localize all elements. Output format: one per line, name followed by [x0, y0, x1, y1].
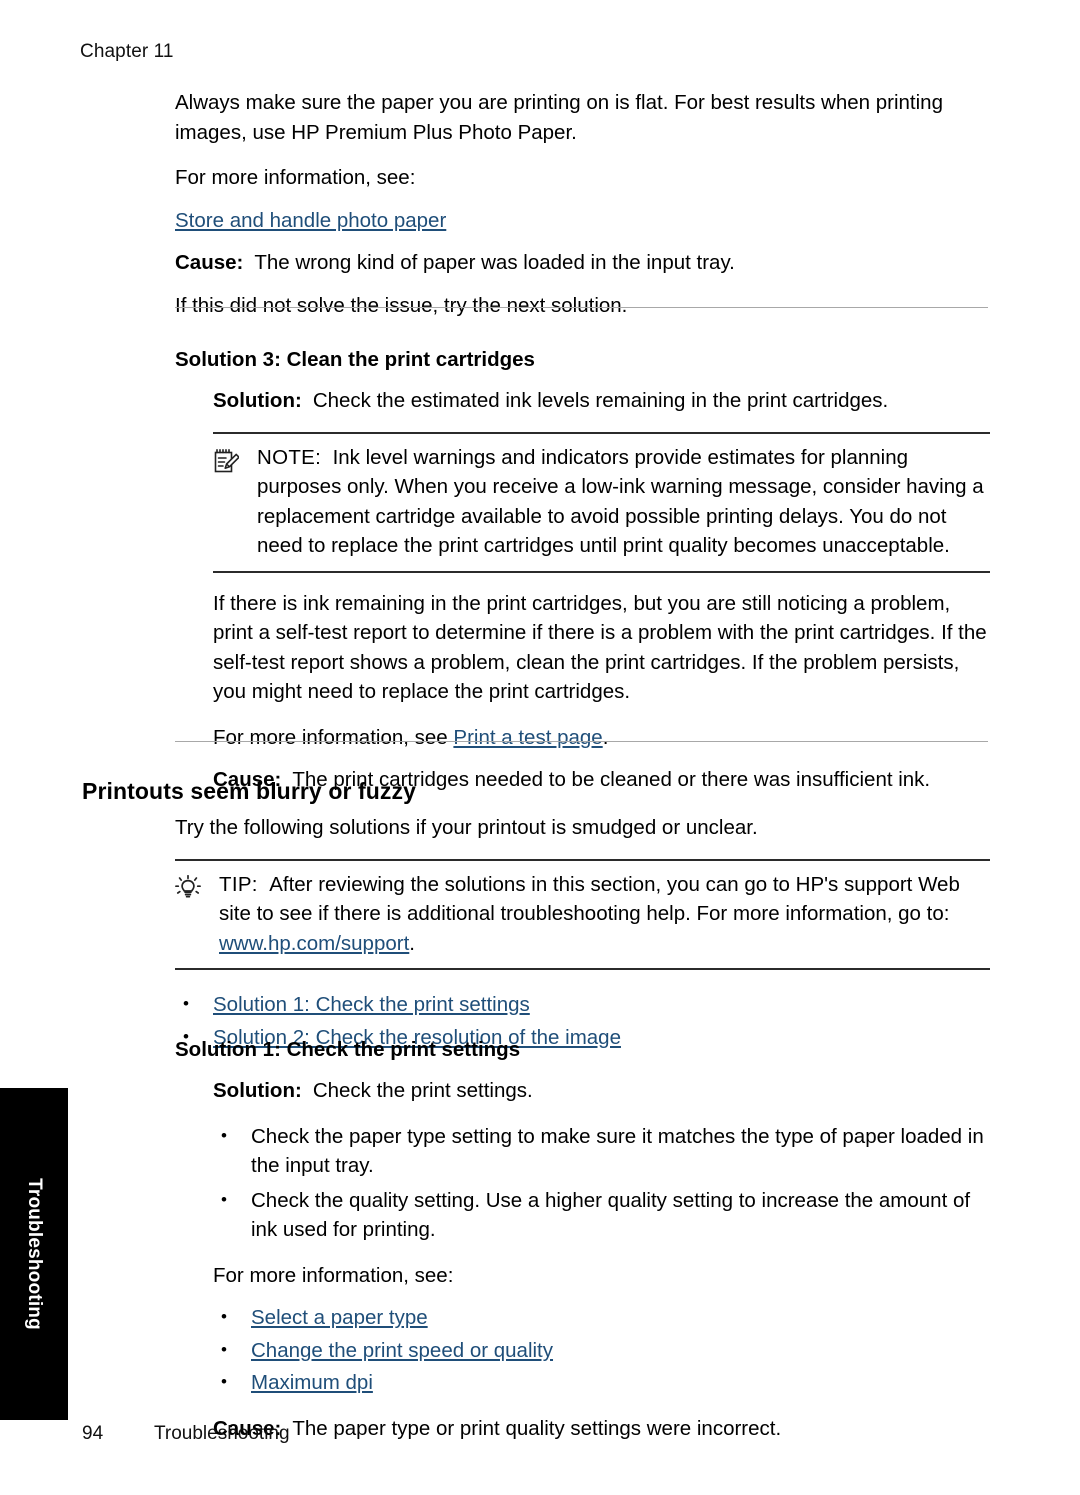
solution-label: Solution:: [213, 1079, 302, 1102]
paragraph-flat-paper: Always make sure the paper you are print…: [175, 91, 943, 144]
document-page: Chapter 11 Always make sure the paper yo…: [0, 0, 1080, 1495]
solution-text: Check the print settings.: [312, 1079, 533, 1102]
page-section-title: Printouts seem blurry or fuzzy: [82, 778, 417, 804]
list-item: Check the paper type setting to make sur…: [213, 1121, 990, 1181]
tip-text-suffix: .: [409, 931, 415, 955]
lightbulb-icon: [175, 870, 219, 907]
cause-label: Cause:: [175, 251, 244, 274]
list-item: Solution 1: Check the print settings: [175, 989, 990, 1020]
side-thumb-tab: Troubleshooting: [0, 1088, 68, 1420]
link-maximum-dpi[interactable]: Maximum dpi: [251, 1371, 373, 1394]
list-item: Select a paper type: [213, 1302, 990, 1333]
side-thumb-tab-label: Troubleshooting: [24, 1178, 45, 1330]
solution-1-block: Solution 1: Check the print settings Sol…: [175, 1038, 990, 1459]
section-divider-1: [175, 307, 988, 308]
solution-1-heading: Solution 1: Check the print settings: [175, 1038, 521, 1061]
cause-row-paper: Cause: The wrong kind of paper was loaded…: [175, 248, 990, 278]
note-pad-pencil-icon: [213, 443, 257, 480]
blurry-intro-paragraph: Try the following solutions if your prin…: [175, 816, 758, 839]
blurry-section-block: Try the following solutions if your prin…: [175, 813, 990, 1068]
solution-1-body: Solution: Check the print settings. Check…: [213, 1076, 990, 1443]
cause-text: The wrong kind of paper was loaded in th…: [254, 251, 735, 274]
solution-text: Check the estimated ink levels remaining…: [312, 389, 889, 412]
paper-guidance-block: Always make sure the paper you are print…: [175, 88, 990, 336]
solution-row-1: Solution: Check the print settings.: [213, 1076, 990, 1106]
footer-section-name: Troubleshooting: [154, 1423, 290, 1444]
solution-3-heading: Solution 3: Clean the print cartridges: [175, 348, 535, 371]
list-item: Change the print speed or quality: [213, 1335, 990, 1366]
note-text-wrapper: NOTE: Ink level warnings and indicators …: [257, 443, 990, 561]
next-solution-note: If this did not solve the issue, try the…: [175, 293, 628, 317]
list-item: Maximum dpi: [213, 1367, 990, 1398]
tip-keyword: TIP:: [219, 872, 258, 896]
list-item: Check the quality setting. Use a higher …: [213, 1185, 990, 1245]
link-store-handle-photo-paper[interactable]: Store and handle photo paper: [175, 209, 446, 232]
print-settings-checklist: Check the paper type setting to make sur…: [213, 1121, 990, 1245]
tip-admonition: TIP: After reviewing the solutions in th…: [175, 858, 990, 970]
page-footer: 94 Troubleshooting: [82, 1423, 290, 1445]
note-text: Ink level warnings and indicators provid…: [257, 445, 984, 558]
more-information-test-page-row: For more information, see Print a test p…: [213, 723, 990, 753]
link-solution-1-check-print-settings[interactable]: Solution 1: Check the print settings: [213, 993, 530, 1016]
link-change-print-speed-or-quality[interactable]: Change the print speed or quality: [251, 1339, 553, 1362]
more-information-label: For more information, see:: [175, 166, 416, 189]
more-information-links: Select a paper type Change the print spe…: [213, 1302, 990, 1398]
cause-row-solution-1: Cause: The paper type or print quality se…: [213, 1414, 990, 1444]
more-information-prefix: For more information, see: [213, 725, 454, 749]
chapter-running-head: Chapter 11: [80, 41, 174, 62]
note-admonition: NOTE: Ink level warnings and indicators …: [213, 431, 990, 573]
tip-text: After reviewing the solutions in this se…: [219, 872, 960, 926]
link-print-a-test-page[interactable]: Print a test page: [453, 726, 602, 749]
more-information-label: For more information, see:: [213, 1263, 454, 1287]
footer-page-number: 94: [82, 1423, 104, 1444]
section-divider-2: [175, 741, 988, 742]
link-store-handle-photo-paper-row: Store and handle photo paper: [175, 206, 990, 236]
paragraph-ink-remaining: If there is ink remaining in the print c…: [213, 591, 987, 704]
solution-label: Solution:: [213, 389, 302, 412]
link-select-a-paper-type[interactable]: Select a paper type: [251, 1306, 428, 1329]
tip-text-wrapper: TIP: After reviewing the solutions in th…: [219, 870, 990, 959]
note-keyword: NOTE:: [257, 445, 322, 469]
link-hp-support-site[interactable]: www.hp.com/support: [219, 932, 409, 955]
more-information-suffix: .: [602, 725, 609, 749]
solution-3-body: Solution: Check the estimated ink levels …: [213, 386, 990, 795]
cause-text: The paper type or print quality settings…: [292, 1416, 782, 1440]
solution-row-3: Solution: Check the estimated ink levels …: [213, 386, 990, 416]
